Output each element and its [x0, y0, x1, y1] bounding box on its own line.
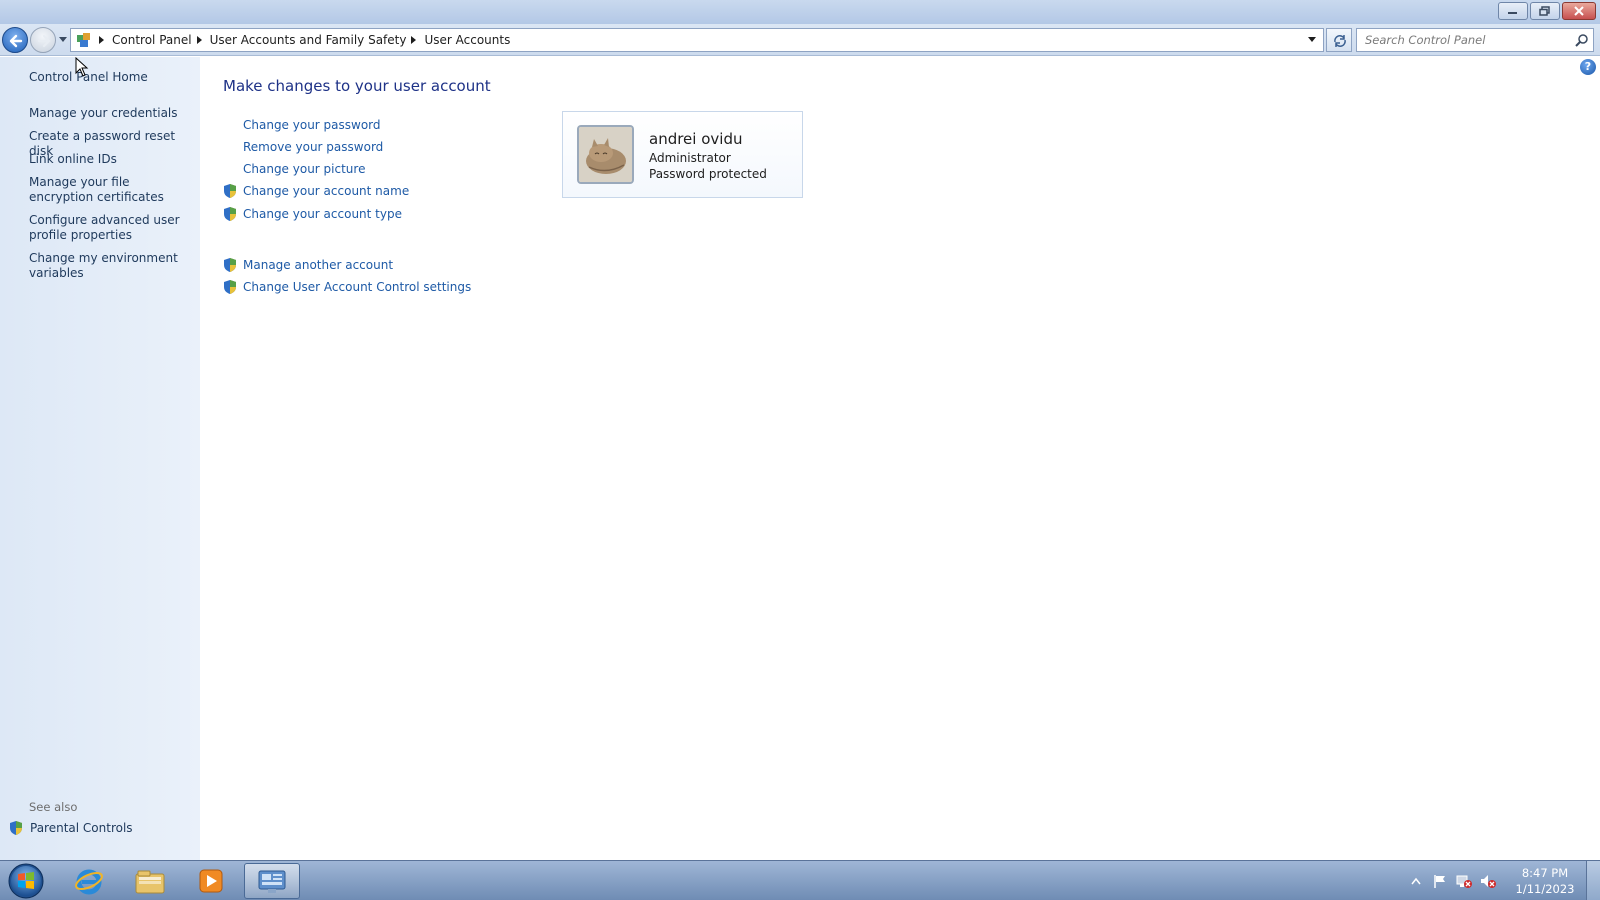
start-button[interactable]: [4, 862, 48, 900]
system-tray: 8:47 PM 1/11/2023: [1404, 861, 1600, 900]
address-bar[interactable]: Control Panel User Accounts and Family S…: [70, 28, 1324, 52]
chevron-right-icon: [99, 36, 104, 44]
clock-date: 1/11/2023: [1515, 882, 1575, 896]
forward-button[interactable]: [30, 27, 56, 53]
search-input[interactable]: [1357, 29, 1567, 51]
show-desktop-button[interactable]: [1586, 861, 1600, 900]
windows-start-orb-icon: [8, 863, 44, 899]
see-also-label: See also: [29, 800, 78, 814]
uac-shield-icon: [224, 207, 236, 221]
change-password-link[interactable]: Change your password: [243, 118, 381, 132]
change-account-name-link[interactable]: Change your account name: [243, 184, 409, 198]
volume-tray[interactable]: [1479, 872, 1497, 890]
uac-shield-icon: [10, 821, 22, 835]
breadcrumb-user-accounts[interactable]: User Accounts: [424, 33, 510, 47]
network-tray[interactable]: [1455, 872, 1473, 890]
change-uac-settings-task[interactable]: Change User Account Control settings: [222, 278, 471, 296]
minimize-button[interactable]: [1498, 2, 1528, 20]
restore-button[interactable]: [1530, 2, 1560, 20]
parental-controls-link[interactable]: Parental Controls: [8, 820, 133, 836]
task-pane: Control Panel Home Manage your credentia…: [0, 57, 200, 860]
breadcrumb-user-accounts-family-safety[interactable]: User Accounts and Family Safety: [210, 33, 407, 47]
main-content: Make changes to your user account Change…: [200, 57, 1600, 860]
manage-file-encryption-certificates-link[interactable]: Manage your file encryption certificates: [29, 175, 189, 205]
manage-another-account-link[interactable]: Manage another account: [243, 258, 393, 272]
close-icon: [1574, 6, 1584, 16]
remove-password-link[interactable]: Remove your password: [243, 140, 383, 154]
forward-arrow-icon: [37, 34, 51, 48]
mouse-cursor-icon: [75, 57, 89, 77]
navigation-bar: Control Panel User Accounts and Family S…: [0, 24, 1600, 56]
window-title-bar[interactable]: [0, 0, 1600, 24]
search-icon[interactable]: [1575, 33, 1589, 47]
media-player-icon: [199, 869, 223, 893]
help-icon[interactable]: ?: [1580, 59, 1596, 75]
change-account-name-task[interactable]: Change your account name: [222, 182, 409, 200]
uac-shield-icon: [224, 280, 236, 294]
taskbar-control-panel[interactable]: [244, 863, 300, 899]
account-username: andrei ovidu: [649, 130, 743, 148]
address-dropdown-icon[interactable]: [1307, 37, 1317, 43]
chevron-up-icon: [1411, 877, 1421, 885]
remove-password-task[interactable]: Remove your password: [222, 138, 383, 156]
taskbar-internet-explorer[interactable]: [61, 863, 117, 899]
account-card: andrei ovidu Administrator Password prot…: [562, 111, 803, 198]
change-uac-settings-link[interactable]: Change User Account Control settings: [243, 280, 471, 294]
control-panel-icon: [258, 870, 286, 893]
recent-pages-dropdown-icon[interactable]: [58, 37, 68, 43]
link-online-ids-link[interactable]: Link online IDs: [29, 152, 189, 167]
restore-icon: [1539, 6, 1550, 16]
taskbar: 8:47 PM 1/11/2023: [0, 860, 1600, 900]
manage-another-account-task[interactable]: Manage another account: [222, 256, 393, 274]
account-role: Administrator: [649, 151, 731, 165]
window-controls: [1498, 2, 1596, 20]
show-hidden-icons-button[interactable]: [1407, 872, 1425, 890]
back-arrow-icon: [9, 34, 23, 48]
back-button[interactable]: [2, 27, 28, 53]
action-center-flag-icon: [1434, 875, 1445, 888]
volume-muted-icon: [1481, 875, 1496, 888]
uac-shield-icon: [224, 184, 236, 198]
minimize-icon: [1508, 12, 1517, 14]
search-box[interactable]: [1356, 28, 1594, 52]
close-button[interactable]: [1562, 2, 1596, 20]
clock-time: 8:47 PM: [1521, 866, 1569, 880]
page-title: Make changes to your user account: [223, 77, 491, 95]
parental-controls-label[interactable]: Parental Controls: [30, 821, 133, 835]
manage-credentials-link[interactable]: Manage your credentials: [29, 106, 189, 121]
breadcrumb-control-panel[interactable]: Control Panel: [112, 33, 192, 47]
refresh-icon: [1334, 35, 1346, 47]
change-password-task[interactable]: Change your password: [222, 116, 381, 134]
change-picture-link[interactable]: Change your picture: [243, 162, 365, 176]
windows-explorer-icon: [135, 870, 165, 894]
refresh-button[interactable]: [1326, 28, 1352, 52]
control-panel-icon: [77, 33, 90, 47]
taskbar-media-player[interactable]: [183, 863, 239, 899]
chevron-right-icon[interactable]: [196, 36, 203, 44]
network-disconnected-icon: [1456, 875, 1472, 888]
account-password-status: Password protected: [649, 167, 767, 181]
control-panel-home-link[interactable]: Control Panel Home: [29, 70, 189, 85]
taskbar-clock[interactable]: 8:47 PM 1/11/2023: [1506, 865, 1584, 897]
configure-advanced-profile-link[interactable]: Configure advanced user profile properti…: [29, 213, 189, 243]
action-center-tray[interactable]: [1431, 872, 1449, 890]
taskbar-windows-explorer[interactable]: [122, 863, 178, 899]
change-account-type-link[interactable]: Change your account type: [243, 207, 402, 221]
chevron-right-icon[interactable]: [411, 36, 417, 44]
uac-shield-icon: [224, 258, 236, 272]
user-picture-cat-icon: [579, 127, 632, 182]
internet-explorer-icon: [75, 869, 103, 895]
avatar: [577, 125, 634, 184]
change-account-type-task[interactable]: Change your account type: [222, 205, 402, 223]
change-environment-variables-link[interactable]: Change my environment variables: [29, 251, 189, 281]
change-picture-task[interactable]: Change your picture: [222, 160, 365, 178]
